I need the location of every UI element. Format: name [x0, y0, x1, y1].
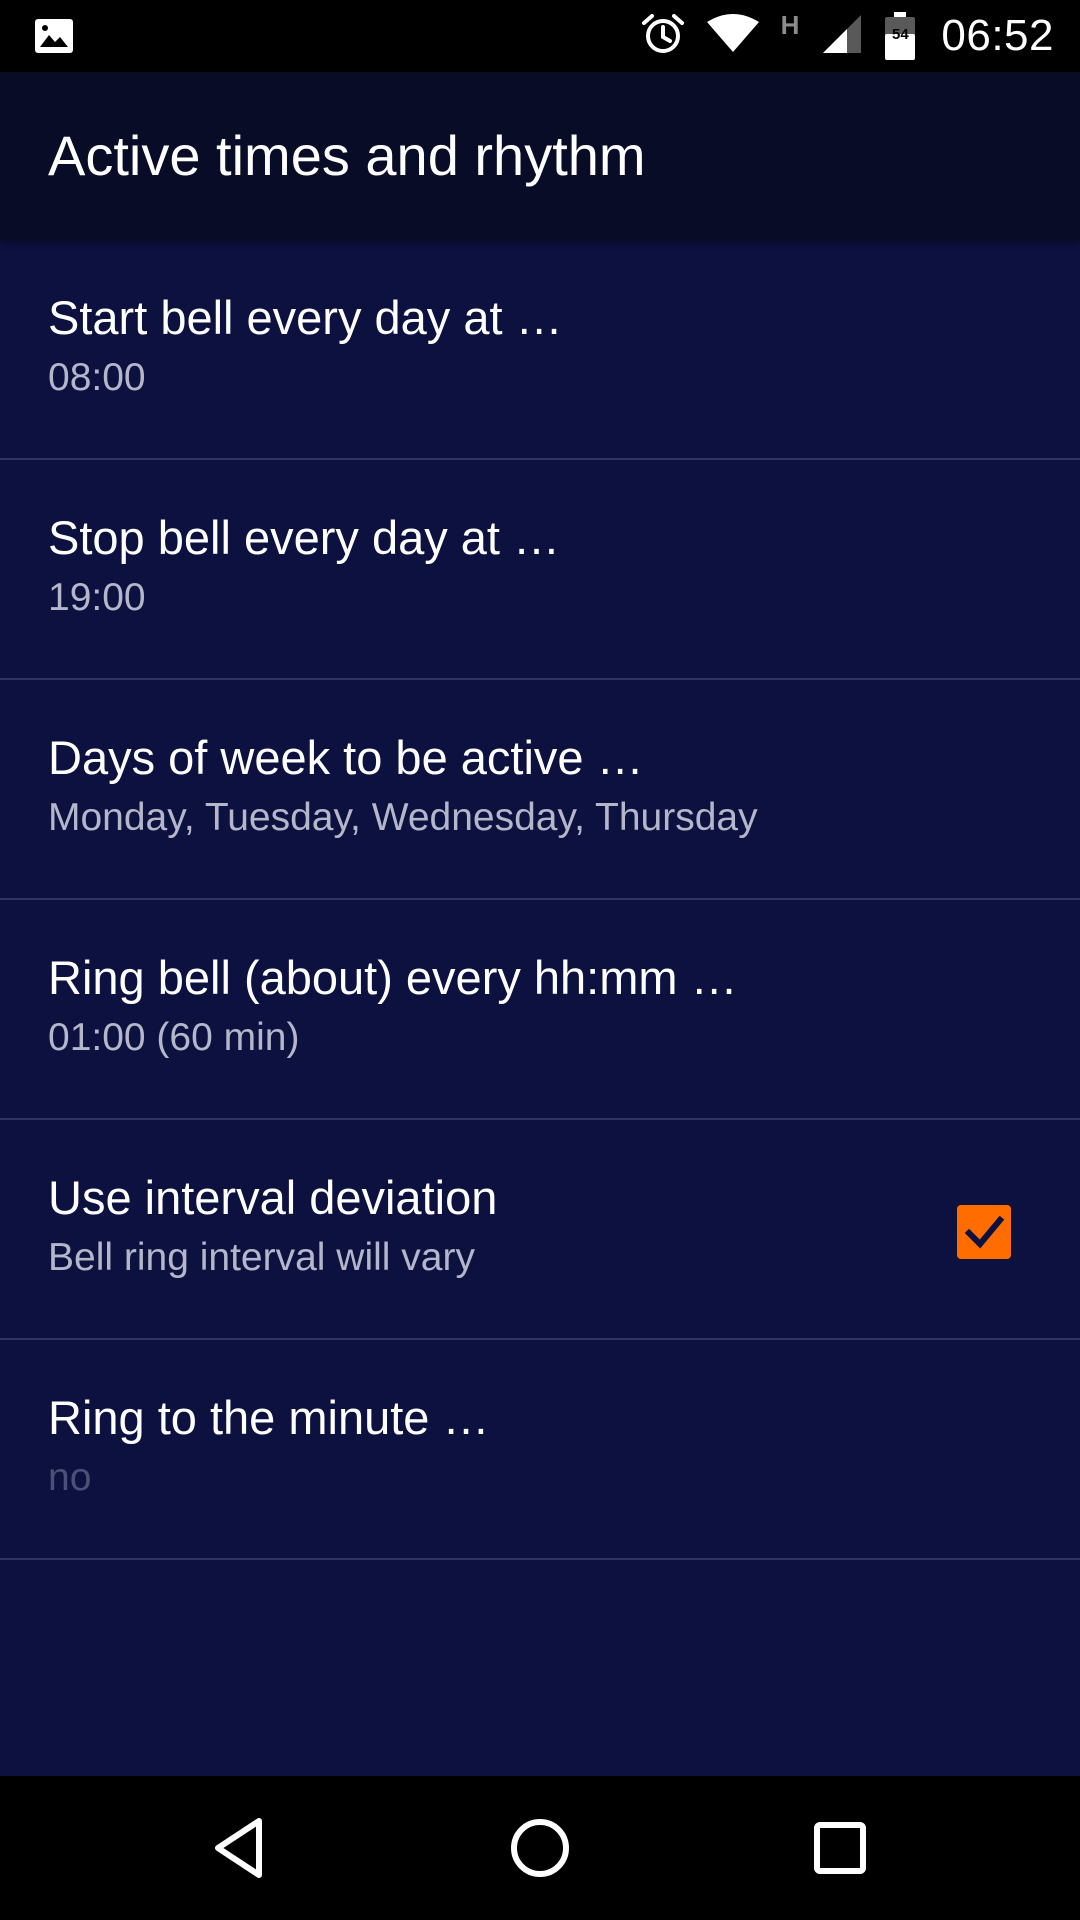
signal-icon: [821, 13, 863, 60]
pref-start-bell[interactable]: Start bell every day at … 08:00: [0, 240, 1080, 460]
pref-summary: 01:00 (60 min): [48, 1016, 300, 1059]
pref-summary: 19:00: [48, 576, 146, 619]
pref-summary: 08:00: [48, 356, 146, 399]
pref-stop-bell[interactable]: Stop bell every day at … 19:00: [0, 460, 1080, 680]
pref-title: Ring bell (about) every hh:mm …: [48, 951, 738, 1004]
pref-ring-to-minute[interactable]: Ring to the minute … no: [0, 1340, 1080, 1560]
alarm-icon: [641, 12, 685, 61]
home-icon: [511, 1819, 569, 1877]
pref-summary: no: [48, 1456, 92, 1499]
page-title: Active times and rhythm: [48, 124, 646, 187]
pref-interval-deviation[interactable]: Use interval deviation Bell ring interva…: [0, 1120, 1080, 1340]
preferences-list: Start bell every day at … 08:00 Stop bel…: [0, 240, 1080, 1560]
pref-title: Start bell every day at …: [48, 291, 563, 344]
recents-icon: [814, 1822, 866, 1874]
home-button[interactable]: [504, 1812, 576, 1884]
pref-title: Use interval deviation: [48, 1171, 498, 1224]
pref-days-of-week[interactable]: Days of week to be active … Monday, Tues…: [0, 680, 1080, 900]
back-button[interactable]: [204, 1812, 276, 1884]
pref-summary: Monday, Tuesday, Wednesday, Thursday: [48, 796, 758, 839]
wifi-icon: [706, 13, 759, 59]
recents-button[interactable]: [804, 1812, 876, 1884]
pref-summary: Bell ring interval will vary: [48, 1236, 475, 1279]
status-bar: H 54 06:52: [0, 0, 1080, 72]
pref-title: Days of week to be active …: [48, 731, 644, 784]
status-time: 06:52: [941, 11, 1054, 60]
back-icon: [215, 1818, 262, 1878]
navigation-bar: [0, 1776, 1080, 1920]
battery-icon: 54: [885, 12, 916, 60]
image-icon: [34, 18, 74, 54]
network-type-label: H: [780, 9, 800, 40]
app-bar: Active times and rhythm: [0, 72, 1080, 240]
battery-level: 54: [892, 26, 909, 43]
checkmark-icon: [964, 1215, 1005, 1249]
pref-ring-interval[interactable]: Ring bell (about) every hh:mm … 01:00 (6…: [0, 900, 1080, 1120]
interval-deviation-checkbox[interactable]: [957, 1205, 1011, 1259]
pref-title: Ring to the minute …: [48, 1391, 490, 1444]
pref-title: Stop bell every day at …: [48, 511, 561, 564]
